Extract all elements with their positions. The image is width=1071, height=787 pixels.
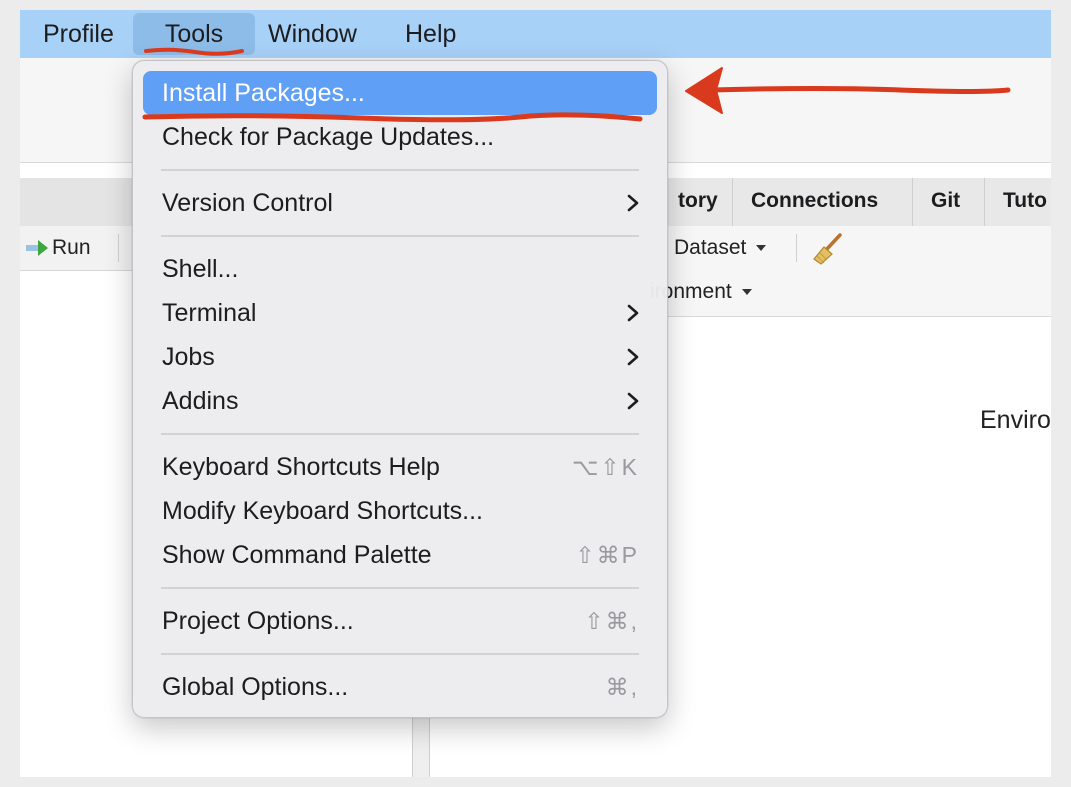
menu-item-label: Global Options... bbox=[162, 673, 349, 701]
menu-item-label: Project Options... bbox=[162, 607, 354, 635]
tools-menu: Install Packages... Check for Package Up… bbox=[132, 60, 668, 718]
toolbar-divider bbox=[118, 234, 119, 262]
menu-item-label: Terminal bbox=[162, 299, 257, 327]
menu-item-label: Shell... bbox=[162, 255, 239, 283]
menu-item-label: Show Command Palette bbox=[162, 541, 432, 569]
menu-item-terminal[interactable]: Terminal bbox=[143, 291, 657, 335]
chevron-right-icon bbox=[627, 348, 639, 366]
menu-help[interactable]: Help bbox=[395, 13, 466, 55]
menubar: Profile Tools Window Help bbox=[20, 10, 1051, 59]
environment-empty-message: Enviro bbox=[980, 406, 1051, 434]
import-dataset-button[interactable]: Dataset bbox=[674, 236, 767, 260]
menu-item-version-control[interactable]: Version Control bbox=[143, 181, 657, 225]
menu-item-label: Jobs bbox=[162, 343, 215, 371]
caret-down-icon bbox=[756, 245, 767, 252]
menu-item-shortcut: ⌥⇧K bbox=[571, 454, 639, 480]
menu-item-shell[interactable]: Shell... bbox=[143, 247, 657, 291]
tab-connections[interactable]: Connections bbox=[732, 178, 912, 226]
toolbar-divider bbox=[796, 234, 797, 262]
menu-item-label: Keyboard Shortcuts Help bbox=[162, 453, 440, 481]
dataset-label: Dataset bbox=[674, 236, 747, 259]
menu-item-label: Check for Package Updates... bbox=[162, 123, 495, 151]
tab-git[interactable]: Git bbox=[912, 178, 984, 226]
menu-item-modify-shortcuts[interactable]: Modify Keyboard Shortcuts... bbox=[143, 489, 657, 533]
menu-item-addins[interactable]: Addins bbox=[143, 379, 657, 423]
menu-profile[interactable]: Profile bbox=[33, 13, 124, 55]
menu-item-keyboard-shortcuts-help[interactable]: Keyboard Shortcuts Help ⌥⇧K bbox=[143, 445, 657, 489]
menu-item-label: Modify Keyboard Shortcuts... bbox=[162, 497, 483, 525]
run-label: Run bbox=[52, 236, 91, 259]
menu-tools[interactable]: Tools bbox=[133, 13, 255, 55]
menu-separator bbox=[161, 653, 639, 655]
run-button[interactable]: Run bbox=[20, 234, 91, 262]
tab-tutorial[interactable]: Tuto bbox=[984, 178, 1051, 226]
menu-separator bbox=[161, 433, 639, 435]
run-arrow-icon bbox=[26, 240, 48, 257]
menu-item-label: Install Packages... bbox=[162, 79, 365, 107]
menu-item-shortcut: ⌘, bbox=[605, 674, 639, 700]
menu-item-shortcut: ⇧⌘, bbox=[584, 608, 639, 634]
menu-item-global-options[interactable]: Global Options... ⌘, bbox=[143, 665, 657, 709]
chevron-right-icon bbox=[627, 304, 639, 322]
menu-separator bbox=[161, 169, 639, 171]
menu-item-label: Version Control bbox=[162, 189, 333, 217]
menu-separator bbox=[161, 587, 639, 589]
chevron-right-icon bbox=[627, 392, 639, 410]
menu-item-check-updates[interactable]: Check for Package Updates... bbox=[143, 115, 657, 159]
menu-item-shortcut: ⇧⌘P bbox=[575, 542, 639, 568]
menu-item-command-palette[interactable]: Show Command Palette ⇧⌘P bbox=[143, 533, 657, 577]
menu-item-project-options[interactable]: Project Options... ⇧⌘, bbox=[143, 599, 657, 643]
menu-item-jobs[interactable]: Jobs bbox=[143, 335, 657, 379]
menu-item-label: Addins bbox=[162, 387, 239, 415]
broom-icon[interactable] bbox=[810, 232, 846, 266]
chevron-right-icon bbox=[627, 194, 639, 212]
menu-item-install-packages[interactable]: Install Packages... bbox=[143, 71, 657, 115]
tab-history[interactable]: tory bbox=[660, 178, 736, 226]
menu-separator bbox=[161, 235, 639, 237]
caret-down-icon bbox=[741, 289, 752, 296]
menu-window[interactable]: Window bbox=[258, 13, 367, 55]
